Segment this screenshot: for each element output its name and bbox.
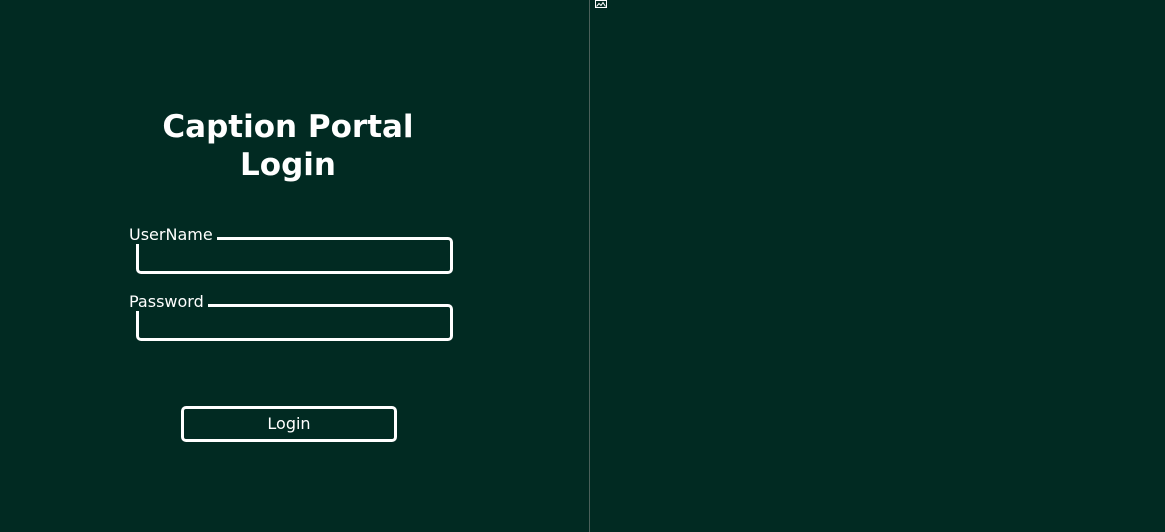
page-title: Caption Portal Login [162, 109, 414, 183]
username-label: UserName [129, 226, 217, 244]
password-label: Password [129, 293, 208, 311]
broken-image-icon [595, 0, 607, 8]
login-button[interactable]: Login [181, 406, 397, 442]
login-panel: Caption Portal Login UserName Password L… [0, 0, 589, 532]
login-page: Caption Portal Login UserName Password L… [0, 0, 1165, 532]
image-panel [590, 0, 1165, 532]
